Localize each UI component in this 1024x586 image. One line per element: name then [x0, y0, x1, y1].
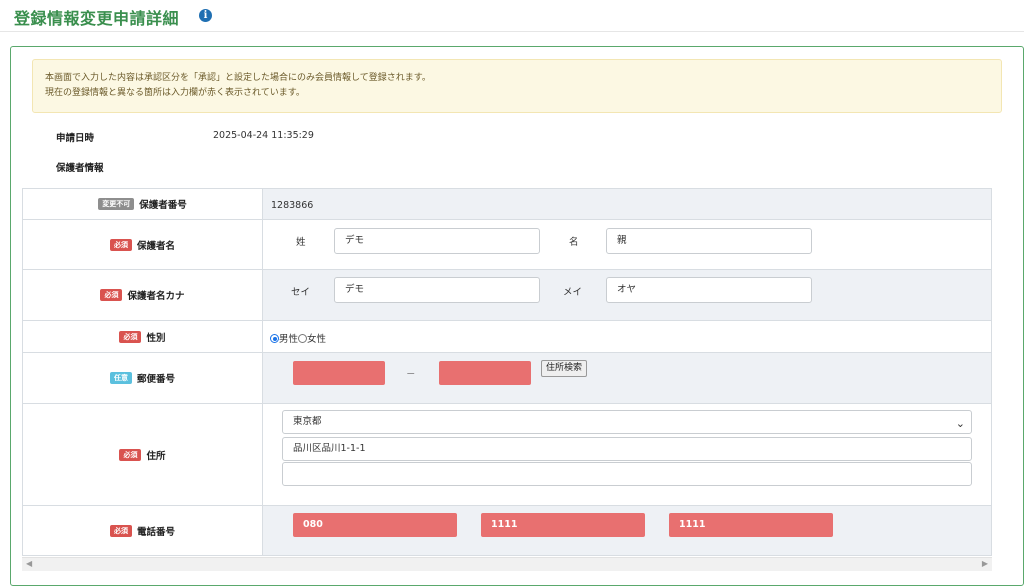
scroll-left-icon[interactable]: ◀: [26, 559, 32, 568]
row-gender: 必須 性別 男性 女性: [22, 321, 992, 353]
label-text: 住所: [146, 450, 166, 462]
badge-required: 必須: [119, 330, 142, 343]
first-kana-label: メイ: [563, 287, 583, 298]
row-guardian-no: 変更不可 保護者番号 1283866: [22, 188, 992, 220]
label-text: 性別: [146, 332, 166, 344]
phone-part1-input[interactable]: 080: [293, 513, 457, 537]
section-label: 保護者情報: [56, 163, 104, 174]
chevron-down-icon: ⌄: [955, 417, 965, 430]
row-phone: 必須 電話番号 080 1111 1111: [22, 506, 992, 556]
guardian-no-value: 1283866: [271, 200, 314, 211]
notice-line-2: 現在の登録情報と異なる箇所は入力欄が赤く表示されています。: [45, 88, 305, 98]
notice-line-1: 本画面で入力した内容は承認区分を「承認」と設定した場合にのみ会員情報して登録され…: [45, 73, 431, 83]
postal-part2-input[interactable]: [439, 361, 531, 385]
row-label: 必須 保護者名カナ: [22, 270, 263, 320]
address-line2-input[interactable]: [282, 462, 972, 486]
row-value: 姓 デモ 名 親: [263, 220, 992, 269]
info-circle-icon[interactable]: i: [199, 9, 212, 22]
row-value: 080 1111 1111: [263, 506, 992, 555]
badge-required: 必須: [100, 289, 123, 301]
row-address: 必須 住所 東京都 ⌄ 品川区品川1-1-1: [22, 404, 992, 506]
badge-required: 必須: [109, 524, 132, 537]
row-label: 任意 郵便番号: [22, 353, 263, 403]
last-name-label: 姓: [296, 237, 306, 248]
row-value: 男性 女性: [263, 321, 992, 352]
row-value: － 住所検索: [263, 353, 992, 403]
applied-at-value: 2025-04-24 11:35:29: [213, 130, 314, 141]
address-line1-input[interactable]: 品川区品川1-1-1: [282, 437, 972, 461]
first-kana-input[interactable]: オヤ: [606, 277, 812, 303]
scroll-right-icon[interactable]: ▶: [982, 559, 988, 568]
row-value: セイ デモ メイ オヤ: [263, 270, 992, 320]
notice-box: 本画面で入力した内容は承認区分を「承認」と設定した場合にのみ会員情報して登録され…: [32, 59, 1002, 113]
label-text: 電話番号: [136, 526, 175, 538]
row-label: 必須 電話番号: [22, 506, 263, 555]
badge-required: 必須: [109, 238, 132, 251]
last-name-input[interactable]: デモ: [334, 228, 540, 254]
postal-dash: －: [406, 369, 416, 380]
label-text: 保護者名カナ: [127, 291, 185, 302]
row-guardian-name: 必須 保護者名 姓 デモ 名 親: [22, 220, 992, 270]
row-label: 必須 住所: [22, 404, 263, 505]
applied-at-label: 申請日時: [56, 133, 95, 144]
label-text: 郵便番号: [136, 374, 175, 385]
radio-female-label: 女性: [307, 334, 327, 345]
badge-fixed: 変更不可: [98, 198, 135, 210]
prefecture-select[interactable]: 東京都 ⌄: [282, 410, 972, 434]
page-title: 登録情報変更申請詳細: [14, 9, 180, 28]
radio-male[interactable]: [270, 334, 279, 343]
last-kana-input[interactable]: デモ: [334, 277, 540, 303]
page-header: 登録情報変更申請詳細 i: [0, 0, 1024, 32]
postal-part1-input[interactable]: [293, 361, 385, 385]
row-label: 必須 保護者名: [22, 220, 263, 269]
last-kana-label: セイ: [291, 287, 311, 298]
horizontal-scrollbar[interactable]: ◀ ▶: [22, 557, 992, 571]
row-label: 必須 性別: [22, 321, 263, 352]
badge-required: 必須: [119, 448, 142, 461]
row-postal: 任意 郵便番号 － 住所検索: [22, 353, 992, 404]
phone-part3-input[interactable]: 1111: [669, 513, 833, 537]
radio-female[interactable]: [298, 334, 308, 343]
first-name-label: 名: [569, 237, 579, 248]
phone-part2-input[interactable]: 1111: [481, 513, 645, 537]
prefecture-value: 東京都: [293, 416, 322, 427]
badge-optional: 任意: [109, 372, 132, 384]
label-text: 保護者番号: [139, 200, 187, 211]
label-text: 保護者名: [136, 240, 175, 252]
address-search-button[interactable]: 住所検索: [541, 360, 588, 377]
row-value: 1283866: [263, 189, 992, 219]
first-name-input[interactable]: 親: [606, 228, 812, 254]
radio-male-label: 男性: [279, 334, 299, 345]
row-value: 東京都 ⌄ 品川区品川1-1-1: [263, 404, 992, 505]
row-label: 変更不可 保護者番号: [22, 189, 263, 219]
row-guardian-kana: 必須 保護者名カナ セイ デモ メイ オヤ: [22, 270, 992, 321]
